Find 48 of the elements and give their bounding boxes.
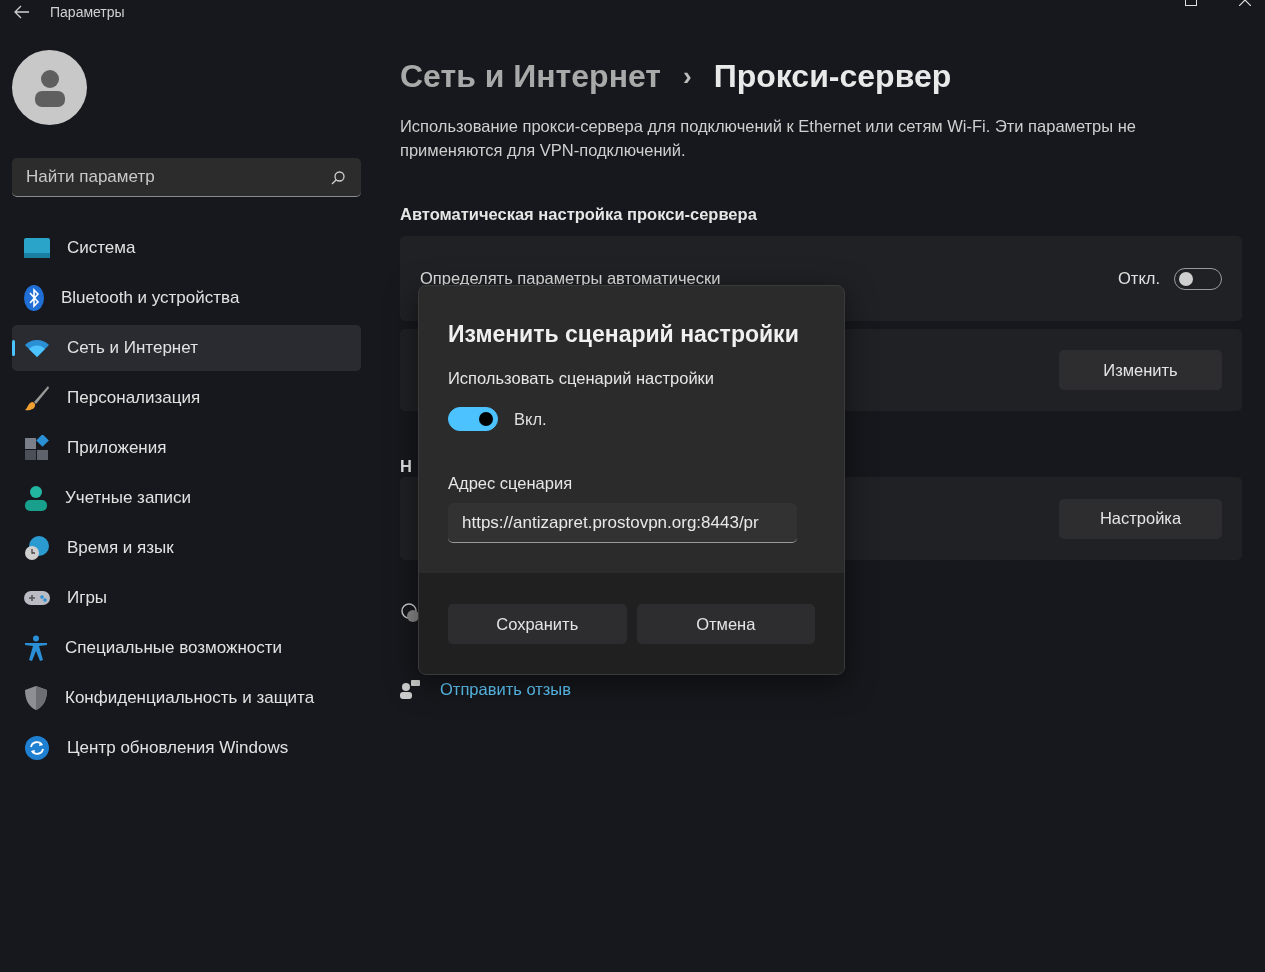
setup-button[interactable]: Настройка <box>1059 498 1222 539</box>
edit-button[interactable]: Изменить <box>1059 350 1222 390</box>
globe-clock-icon <box>24 535 50 561</box>
shield-icon <box>24 685 48 711</box>
toggle-state: Откл. <box>1118 269 1160 288</box>
bluetooth-icon <box>24 285 44 311</box>
search-icon <box>331 171 345 185</box>
gamepad-icon <box>24 589 50 607</box>
nav-item[interactable]: Учетные записи <box>12 475 361 521</box>
nav-item[interactable]: Игры <box>12 575 361 621</box>
accessibility-icon <box>24 635 48 661</box>
nav-item[interactable]: Персонализация <box>12 375 361 421</box>
cancel-button[interactable]: Отмена <box>636 604 815 644</box>
address-field[interactable]: https://antizapret.prostovpn.org:8443/pr <box>448 503 797 543</box>
refresh-icon <box>24 735 50 761</box>
window-title: Параметры <box>50 4 125 20</box>
save-button[interactable]: Сохранить <box>448 604 627 644</box>
breadcrumb-separator: › <box>683 60 692 92</box>
nav-item[interactable]: Специальные возможности <box>12 625 361 671</box>
nav-item[interactable]: Центр обновления Windows <box>12 725 361 771</box>
setting-label: Определять параметры автоматически <box>420 269 721 288</box>
nav-item[interactable]: Время и язык <box>12 525 361 571</box>
wifi-icon <box>24 338 50 358</box>
breadcrumb-link[interactable]: Сеть и Интернет <box>400 57 661 95</box>
nav-item[interactable]: Система <box>12 225 361 271</box>
section-heading: Н <box>400 456 413 477</box>
nav-item[interactable]: Bluetooth и устройства <box>12 275 361 321</box>
paintbrush-icon <box>24 385 50 411</box>
toggle-state: Вкл. <box>514 409 547 429</box>
monitor-icon <box>24 238 50 258</box>
description: Использование прокси-сервера для подключений к Ethernet или сетям Wi-Fi. Эти параметры не применяются для VPN-подключений. <box>400 116 1137 161</box>
nav-item[interactable]: Конфиденциальность и защита <box>12 675 361 721</box>
page-title: Прокси-сервер <box>713 57 952 95</box>
feedback-link[interactable]: Отправить отзыв <box>440 679 571 699</box>
section-heading: Автоматическая настройка прокси-сервера <box>400 204 758 225</box>
person-silhouette-icon <box>32 68 67 107</box>
search-field[interactable]: Найти параметр <box>12 158 361 197</box>
nav-item[interactable]: Приложения <box>12 425 361 471</box>
feedback-icon <box>400 679 420 699</box>
nav-item[interactable]: Сеть и Интернет <box>12 325 361 371</box>
toggle-label: Использовать сценарий настройки <box>448 368 716 389</box>
field-label: Адрес сценария <box>448 473 574 494</box>
help-icon[interactable] <box>400 603 420 623</box>
toggle-switch[interactable] <box>448 407 498 431</box>
back-arrow-icon[interactable] <box>14 5 30 19</box>
apps-icon <box>24 435 50 461</box>
dialog-title: Изменить сценарий настройки <box>448 320 800 349</box>
person-icon <box>24 485 48 511</box>
